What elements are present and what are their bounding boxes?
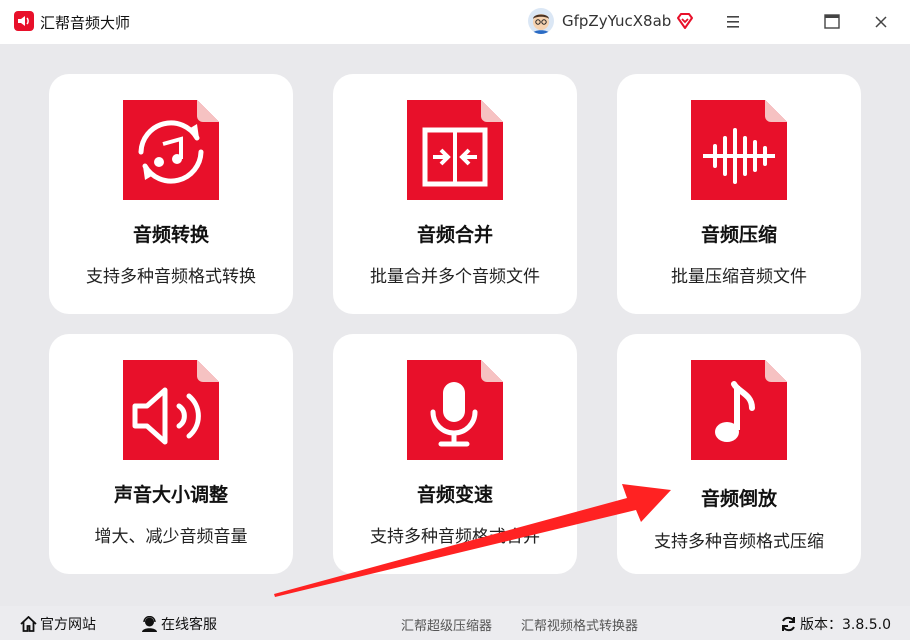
tool-card-volume-adjust[interactable]: 声音大小调整 增大、减少音频音量 — [49, 334, 293, 574]
customer-service-icon — [142, 615, 157, 632]
close-icon[interactable] — [866, 8, 896, 36]
refresh-icon — [782, 616, 795, 632]
tool-card-audio-reverse[interactable]: 音频倒放 支持多种音频格式压缩 — [617, 334, 861, 574]
status-bar: 官方网站 在线客服 汇帮超级压缩器 汇帮视频格式转换器 版本：3.8.5.0 — [0, 606, 910, 640]
card-description: 支持多种音频格式压缩 — [654, 532, 824, 552]
official-website-link[interactable]: 官方网站 — [20, 614, 96, 634]
tool-card-audio-compress[interactable]: 音频压缩 批量压缩音频文件 — [617, 74, 861, 314]
vip-diamond-icon[interactable] — [675, 11, 695, 31]
online-service-label: 在线客服 — [161, 617, 217, 633]
home-icon — [20, 615, 37, 632]
card-description: 批量合并多个音频文件 — [370, 267, 540, 287]
online-service-link[interactable]: 在线客服 — [141, 614, 217, 634]
music-note-icon — [691, 360, 787, 460]
official-website-label: 官方网站 — [40, 617, 96, 633]
card-title: 音频合并 — [416, 224, 493, 246]
card-description: 支持多种音频格式转换 — [86, 267, 256, 287]
tool-card-audio-speed[interactable]: 音频变速 支持多种音频格式合并 — [333, 334, 577, 574]
avatar[interactable] — [528, 8, 554, 34]
tool-card-audio-convert[interactable]: 音频转换 支持多种音频格式转换 — [49, 74, 293, 314]
card-title: 声音大小调整 — [113, 484, 228, 506]
username[interactable]: GfpZyYucX8ab — [562, 12, 671, 30]
video-converter-link[interactable]: 汇帮视频格式转换器 — [521, 615, 638, 634]
card-title: 音频倒放 — [700, 488, 777, 510]
card-title: 音频变速 — [416, 484, 493, 506]
audio-convert-icon — [123, 100, 219, 200]
audio-compress-icon — [691, 100, 787, 200]
maximize-icon[interactable] — [817, 8, 847, 36]
card-description: 支持多种音频格式合并 — [370, 527, 540, 547]
version-number: 3.8.5.0 — [842, 617, 891, 633]
version-info[interactable]: 版本：3.8.5.0 — [780, 614, 891, 634]
title-bar: 汇帮音频大师 GfpZyYucX8ab — [0, 0, 910, 44]
microphone-icon — [407, 360, 503, 460]
card-description: 批量压缩音频文件 — [671, 267, 807, 287]
super-compressor-link[interactable]: 汇帮超级压缩器 — [401, 615, 492, 634]
card-title: 音频转换 — [132, 224, 209, 246]
menu-icon[interactable] — [718, 8, 748, 36]
audio-merge-icon — [407, 100, 503, 200]
card-title: 音频压缩 — [700, 224, 777, 246]
volume-icon — [123, 360, 219, 460]
card-description: 增大、减少音频音量 — [94, 527, 248, 547]
app-title: 汇帮音频大师 — [40, 14, 131, 32]
app-logo-icon — [14, 11, 34, 31]
tool-card-audio-merge[interactable]: 音频合并 批量合并多个音频文件 — [333, 74, 577, 314]
version-label: 版本： — [800, 617, 842, 633]
